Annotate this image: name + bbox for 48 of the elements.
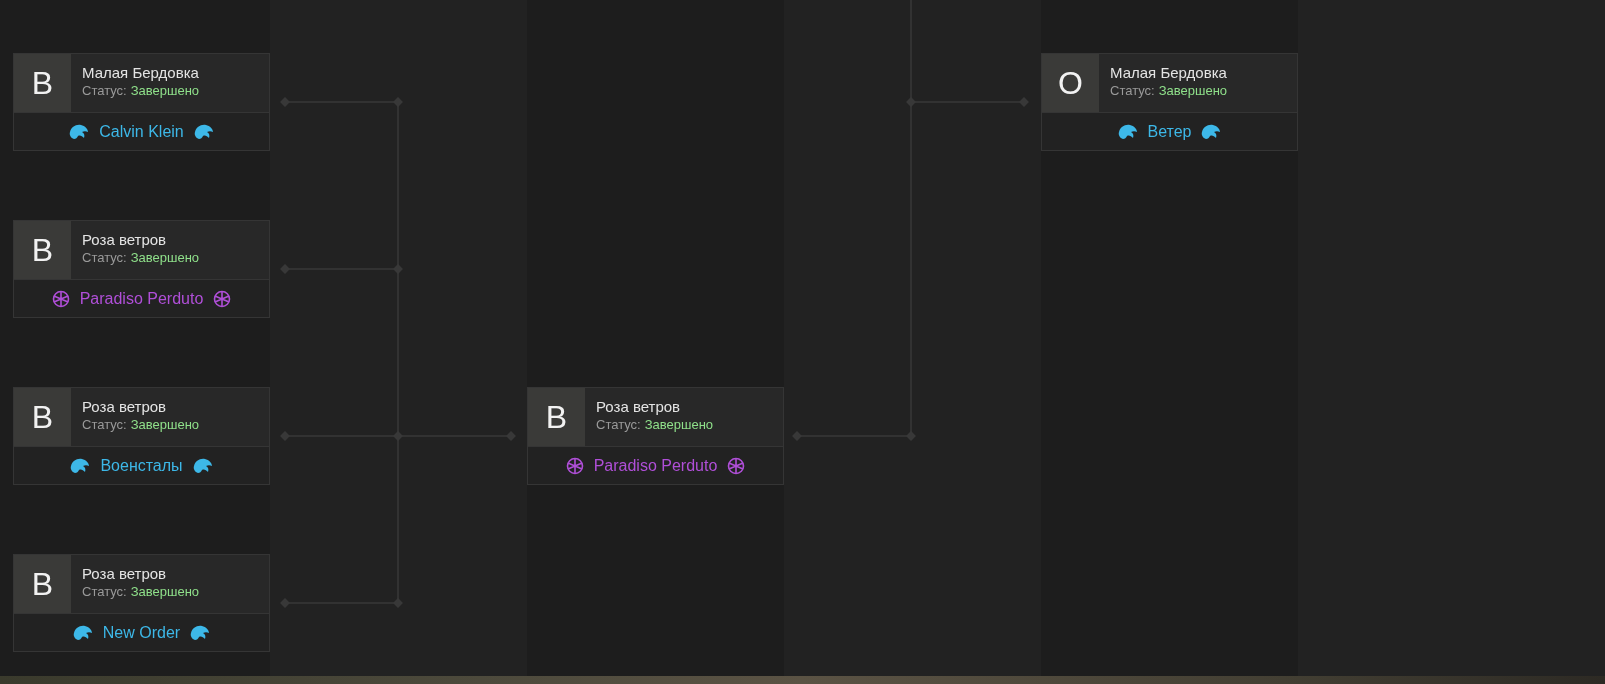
team-title: Роза ветров (82, 398, 168, 415)
status-label: Статус: (1110, 83, 1155, 98)
ball-icon (51, 289, 70, 308)
team-title: Малая Бердовка (82, 64, 200, 81)
team-title: Роза ветров (596, 398, 682, 415)
eagle-head-icon (190, 624, 211, 641)
eagle-head-icon (70, 457, 91, 474)
eagle-head-icon (193, 123, 214, 140)
eagle-head-icon (72, 624, 93, 641)
eagle-head-icon (1201, 123, 1222, 140)
status-label: Статус: (596, 417, 641, 432)
seed-letter: В (14, 555, 71, 613)
match-card[interactable]: В Роза ветров Статус: Завершено New Order (13, 554, 270, 652)
status-value: Завершено (644, 417, 714, 432)
status-value: Завершено (130, 83, 200, 98)
ball-icon (213, 289, 232, 308)
seed-letter: В (14, 221, 71, 279)
ball-icon (727, 456, 746, 475)
match-card[interactable]: О Малая Бердовка Статус: Завершено Ветер (1041, 53, 1298, 151)
status-label: Статус: (82, 250, 127, 265)
eagle-head-icon (1117, 123, 1138, 140)
status-label: Статус: (82, 83, 127, 98)
team-title: Роза ветров (82, 565, 168, 582)
ball-icon (565, 456, 584, 475)
status-value: Завершено (130, 584, 200, 599)
eagle-head-icon (69, 123, 90, 140)
opponent-name: Paradiso Perduto (593, 456, 718, 475)
team-title: Роза ветров (82, 231, 168, 248)
seed-letter: В (14, 54, 71, 112)
opponent-name: Calvin Klein (99, 122, 184, 141)
eagle-head-icon (192, 457, 213, 474)
seed-letter: В (528, 388, 585, 446)
match-card[interactable]: В Роза ветров Статус: Завершено Военсталы (13, 387, 270, 485)
status-value: Завершено (130, 250, 200, 265)
status-value: Завершено (130, 417, 200, 432)
match-card[interactable]: В Малая Бердовка Статус: Завершено Calvin Klein (13, 53, 270, 151)
team-title: Малая Бердовка (1110, 64, 1228, 81)
match-card[interactable]: В Роза ветров Статус: Завершено Paradiso Perduto (13, 220, 270, 318)
opponent-name: Ветер (1147, 122, 1192, 141)
status-value: Завершено (1158, 83, 1228, 98)
opponent-name: New Order (102, 623, 181, 642)
match-card[interactable]: В Роза ветров Статус: Завершено Paradiso Perduto (527, 387, 784, 485)
status-label: Статус: (82, 417, 127, 432)
seed-letter: О (1042, 54, 1099, 112)
opponent-name: Paradiso Perduto (79, 289, 204, 308)
seed-letter: В (14, 388, 71, 446)
opponent-name: Военсталы (100, 456, 183, 475)
status-label: Статус: (82, 584, 127, 599)
